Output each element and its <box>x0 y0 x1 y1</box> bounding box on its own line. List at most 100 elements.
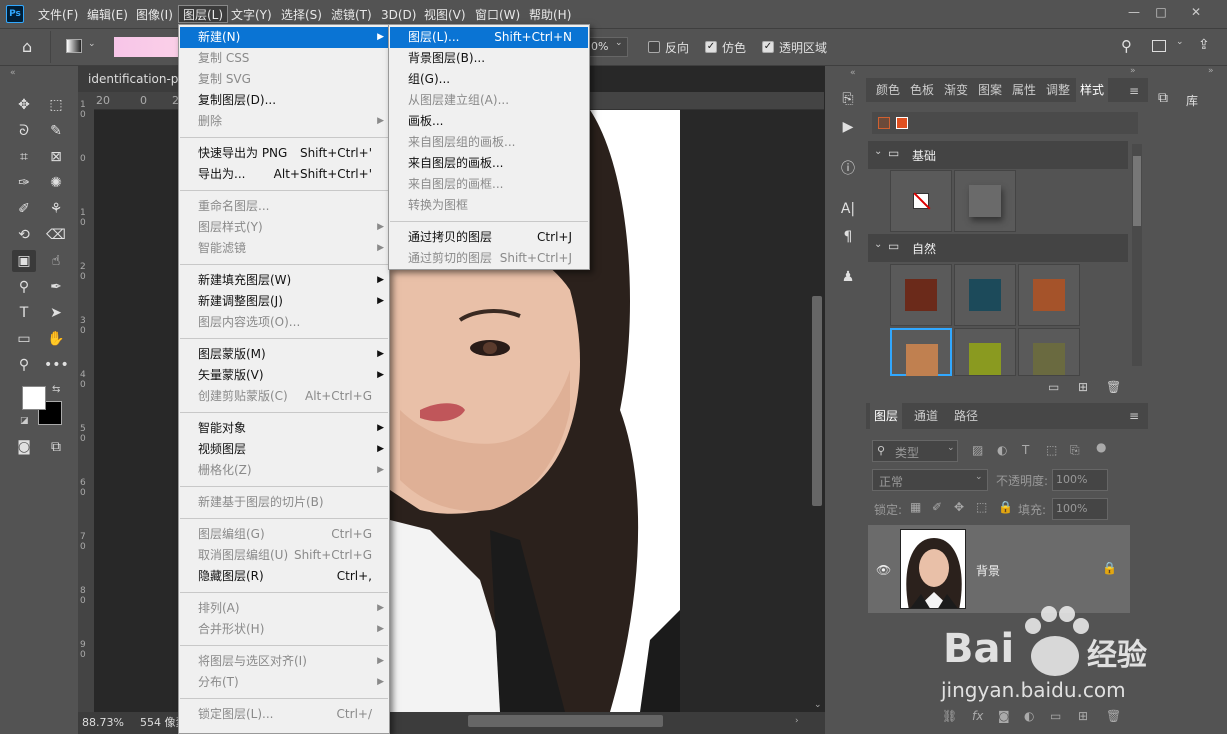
actions-play-icon[interactable]: ▶ <box>836 116 860 138</box>
eye-icon[interactable]: 👁 <box>876 563 891 577</box>
style-swatch[interactable] <box>1018 328 1080 376</box>
style-swatch-none[interactable] <box>890 170 952 232</box>
menu-item[interactable]: 取消图层编组(U) Shift+Ctrl+G <box>180 545 388 566</box>
gradient-tool-icon[interactable] <box>66 39 82 53</box>
foreground-color-swatch[interactable] <box>22 386 46 410</box>
menu-6[interactable]: 滤镜(T) <box>327 6 376 24</box>
menu-item[interactable]: 复制 SVG <box>180 69 388 90</box>
menu-item[interactable]: 智能对象 ▶ <box>180 418 388 439</box>
menu-item[interactable]: 栅格化(Z) ▶ <box>180 460 388 481</box>
hand-tool-icon[interactable]: ✋ <box>44 328 68 350</box>
collapse-icon[interactable]: « <box>10 68 16 78</box>
smart-object-filter-icon[interactable]: ⎘ <box>1070 443 1080 458</box>
crop-tool-icon[interactable]: ⌗ <box>12 146 36 168</box>
dither-checkbox[interactable]: ✓ <box>705 41 717 53</box>
eyedropper-tool-icon[interactable]: ✑ <box>12 172 36 194</box>
fill-input[interactable]: 100% <box>1052 498 1108 520</box>
reverse-checkbox[interactable] <box>648 41 660 53</box>
opacity-input[interactable]: 100% <box>1052 469 1108 491</box>
library-label[interactable]: 库 <box>1186 92 1198 109</box>
smudge-tool-icon[interactable]: ☝ <box>44 250 68 272</box>
styles-panel-tab[interactable]: 颜色 <box>872 78 904 102</box>
menu-item[interactable]: 图层内容选项(O)... <box>180 312 388 333</box>
menu-item[interactable]: 新建调整图层(J) ▶ <box>180 291 388 312</box>
layers-panel-tab[interactable]: 路径 <box>950 403 982 429</box>
chevron-down-icon[interactable]: ⌄ <box>615 38 623 48</box>
clone-source-icon[interactable]: ♟ <box>836 266 860 288</box>
menu-item[interactable]: 新建基于图层的切片(B) <box>180 492 388 513</box>
share-icon[interactable]: ⇪ <box>1198 37 1210 53</box>
chevron-down-icon[interactable]: ⌄ <box>88 39 96 49</box>
lock-pixels-icon[interactable]: ✐ <box>932 500 942 514</box>
menu-item[interactable]: 导出为... Alt+Shift+Ctrl+' <box>180 164 388 185</box>
menu-item[interactable]: 快速导出为 PNG Shift+Ctrl+' <box>180 143 388 164</box>
dodge-tool-icon[interactable]: ⚲ <box>12 276 36 298</box>
menu-item[interactable]: 背景图层(B)... <box>390 48 588 69</box>
collapse-icon[interactable]: » <box>1208 66 1214 76</box>
more-tools-icon[interactable]: ••• <box>44 354 69 376</box>
menu-item[interactable]: 来自图层组的画板... <box>390 132 588 153</box>
menu-3[interactable]: 图层(L) <box>178 5 229 23</box>
frame-tool-icon[interactable]: ⊠ <box>44 146 68 168</box>
chevron-down-icon[interactable]: ⌄ <box>1176 37 1184 47</box>
document-tab[interactable]: identification-ph <box>78 66 178 92</box>
close-button[interactable]: ✕ <box>1185 3 1207 21</box>
style-swatch[interactable] <box>890 328 952 376</box>
add-mask-icon[interactable]: ◙ <box>998 709 1010 723</box>
styles-panel-tab[interactable]: 属性 <box>1008 78 1040 102</box>
styles-panel-tab[interactable]: 样式 <box>1076 78 1109 102</box>
menu-item[interactable]: 新建(N) ▶ <box>180 27 388 48</box>
pen-tool-icon[interactable]: ✒ <box>44 276 68 298</box>
new-layer-icon[interactable]: ⊞ <box>1078 709 1088 723</box>
home-icon[interactable]: ⌂ <box>22 38 42 56</box>
stamp-tool-icon[interactable]: ⚘ <box>44 198 68 220</box>
menu-item[interactable]: 图层编组(G) Ctrl+G <box>180 524 388 545</box>
new-group-icon[interactable]: ▭ <box>1050 709 1061 723</box>
menu-1[interactable]: 编辑(E) <box>83 6 132 24</box>
styles-panel-tab[interactable]: 色板 <box>906 78 938 102</box>
style-swatch[interactable] <box>954 264 1016 326</box>
brush-tool-icon[interactable]: ✐ <box>12 198 36 220</box>
panel-menu-icon[interactable]: ≡ <box>1129 84 1139 98</box>
adjustment-layer-icon[interactable]: ◐ <box>1024 709 1034 723</box>
menu-0[interactable]: 文件(F) <box>34 6 82 24</box>
menu-item[interactable]: 通过剪切的图层 Shift+Ctrl+J <box>390 248 588 269</box>
style-swatch-shadow[interactable] <box>954 170 1016 232</box>
menu-item[interactable]: 复制图层(D)... <box>180 90 388 111</box>
zoom-tool-icon[interactable]: ⚲ <box>12 354 36 376</box>
collapse-icon[interactable]: » <box>1130 66 1136 76</box>
scroll-right-icon[interactable]: › <box>795 716 799 726</box>
menu-2[interactable]: 图像(I) <box>132 6 177 24</box>
eraser-tool-icon[interactable]: ⌫ <box>44 224 68 246</box>
adjustment-filter-icon[interactable]: ◐ <box>997 443 1007 457</box>
menu-item[interactable]: 组(G)... <box>390 69 588 90</box>
menu-4[interactable]: 文字(Y) <box>227 6 276 24</box>
menu-item[interactable]: 图层样式(Y) ▶ <box>180 217 388 238</box>
type-tool-icon[interactable]: T <box>12 302 36 324</box>
collapse-icon[interactable]: « <box>850 68 856 78</box>
menu-9[interactable]: 窗口(W) <box>471 6 524 24</box>
style-icon[interactable] <box>896 117 908 129</box>
lock-all-icon[interactable]: 🔒 <box>998 500 1013 514</box>
type-filter-icon[interactable]: T <box>1022 443 1029 457</box>
pixel-filter-icon[interactable]: ▨ <box>972 443 983 457</box>
workspace-icon[interactable] <box>1152 40 1166 52</box>
menu-item[interactable]: 分布(T) ▶ <box>180 672 388 693</box>
swap-colors-icon[interactable]: ⇆ <box>52 384 60 395</box>
patch-tool-icon[interactable]: ✺ <box>44 172 68 194</box>
default-colors-icon[interactable]: ◪ <box>20 416 29 426</box>
styles-panel-tab[interactable]: 调整 <box>1042 78 1074 102</box>
transparency-checkbox[interactable]: ✓ <box>762 41 774 53</box>
lock-position-icon[interactable]: ✥ <box>954 500 964 514</box>
marquee-tool-icon[interactable]: ⬚ <box>44 94 68 116</box>
scroll-down-icon[interactable]: ⌄ <box>814 700 822 710</box>
delete-icon[interactable]: 🗑 <box>1106 709 1121 723</box>
path-select-tool-icon[interactable]: ➤ <box>44 302 68 324</box>
menu-item[interactable]: 锁定图层(L)... Ctrl+/ <box>180 704 388 725</box>
layers-panel-tab[interactable]: 通道 <box>910 403 942 429</box>
minimize-button[interactable]: — <box>1123 3 1145 21</box>
menu-item[interactable]: 画板... <box>390 111 588 132</box>
lock-artboard-icon[interactable]: ⬚ <box>976 500 987 514</box>
layer-filter-select[interactable]: ⚲ 类型 ⌄ <box>872 440 958 462</box>
move-tool-icon[interactable]: ✥ <box>12 94 36 116</box>
